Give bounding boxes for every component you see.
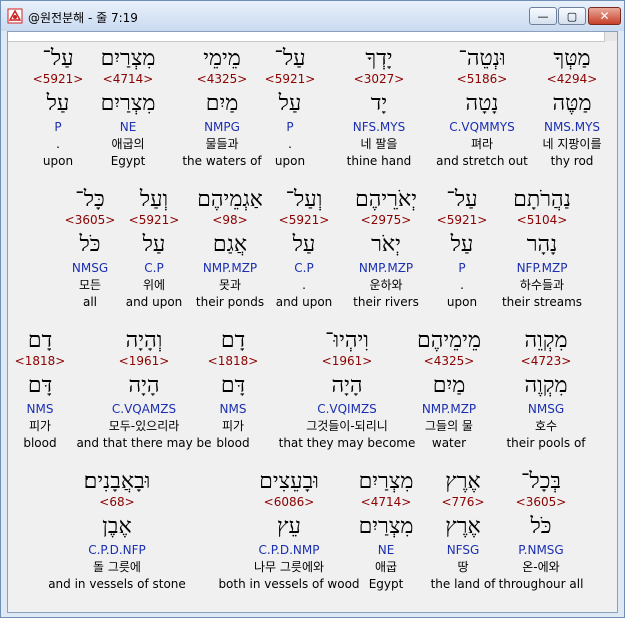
app-logo-icon bbox=[7, 8, 23, 24]
korean-gloss: 피가 bbox=[28, 419, 52, 433]
strong-number[interactable]: <6086> bbox=[214, 495, 364, 510]
hebrew-word: וּבָעֵצִים bbox=[259, 469, 319, 494]
hebrew-word: דָם bbox=[27, 328, 53, 353]
strong-number[interactable]: <68> bbox=[42, 495, 192, 510]
english-gloss: all bbox=[82, 295, 98, 309]
strong-number[interactable]: <1818> bbox=[8, 354, 115, 369]
korean-gloss: 나무 그릇에와 bbox=[253, 560, 325, 574]
morphology-code: C.P.D.NMP bbox=[258, 543, 320, 557]
english-gloss: both in vessels of wood bbox=[218, 577, 360, 591]
korean-gloss: . bbox=[56, 137, 60, 151]
window-title: @원전분해 - 줄 7:19 bbox=[28, 11, 138, 25]
minimize-icon: — bbox=[537, 9, 549, 23]
title-bar[interactable]: @원전분해 - 줄 7:19 — ▢ ✕ bbox=[1, 1, 624, 31]
hebrew-word: עַל־ bbox=[42, 46, 74, 71]
morphology-code: P bbox=[54, 120, 62, 134]
word-block[interactable]: וּבָעֵצִים <6086> עֵץ C.P.D.NMP 나무 그릇에와 both … bbox=[214, 469, 364, 592]
clipped-previous-line bbox=[8, 32, 605, 42]
interlinear-view[interactable]: מַטְּךָ <4294> מַטֶּה NMS.MYS 네 지팡이를 thy rod ו… bbox=[7, 31, 618, 613]
lemma: עֵץ bbox=[277, 514, 301, 539]
english-gloss: blood bbox=[23, 436, 57, 450]
word-block[interactable]: עַל־ <5921> עַל P. upon bbox=[8, 46, 133, 169]
hebrew-word: כָּל־ bbox=[75, 187, 105, 212]
app-window: @원전분해 - 줄 7:19 — ▢ ✕ מַטְּךָ <4294> מַטֶּה… bbox=[0, 0, 625, 618]
word-block[interactable]: וּבָאֲבָנִים׃ <68> אֶבֶן C.P.D.NFP 돌 그릇에 and … bbox=[42, 469, 192, 592]
hebrew-word: וּבָאֲבָנִים׃ bbox=[83, 469, 151, 494]
lemma: עַל bbox=[46, 91, 70, 116]
morphology-code: NMSG bbox=[71, 261, 109, 275]
korean-gloss: 돌 그릇에 bbox=[93, 560, 141, 574]
maximize-icon: ▢ bbox=[566, 9, 578, 23]
english-gloss: and in vessels of stone bbox=[48, 577, 186, 591]
word-block[interactable]: דָם <1818> דָּם NMS 피가 blood bbox=[8, 328, 115, 451]
minimize-button[interactable]: — bbox=[529, 7, 557, 25]
lemma: אֶבֶן bbox=[102, 514, 132, 539]
lemma: דָּם bbox=[27, 373, 53, 398]
close-button[interactable]: ✕ bbox=[588, 7, 621, 25]
morphology-code: C.P.D.NFP bbox=[88, 543, 146, 557]
strong-number[interactable]: <3605> bbox=[15, 213, 165, 228]
english-gloss: upon bbox=[42, 154, 74, 168]
scrollbar-stub[interactable] bbox=[604, 32, 617, 41]
morphology-code: NMS bbox=[26, 402, 54, 416]
word-block[interactable]: כָּל־ <3605> כֹּל NMSG 모든 all bbox=[15, 187, 165, 310]
korean-gloss: 모든 bbox=[78, 278, 102, 292]
lemma: כֹּל bbox=[79, 232, 101, 257]
maximize-button[interactable]: ▢ bbox=[558, 7, 586, 25]
strong-number[interactable]: <5921> bbox=[8, 72, 133, 87]
close-icon: ✕ bbox=[599, 9, 610, 23]
